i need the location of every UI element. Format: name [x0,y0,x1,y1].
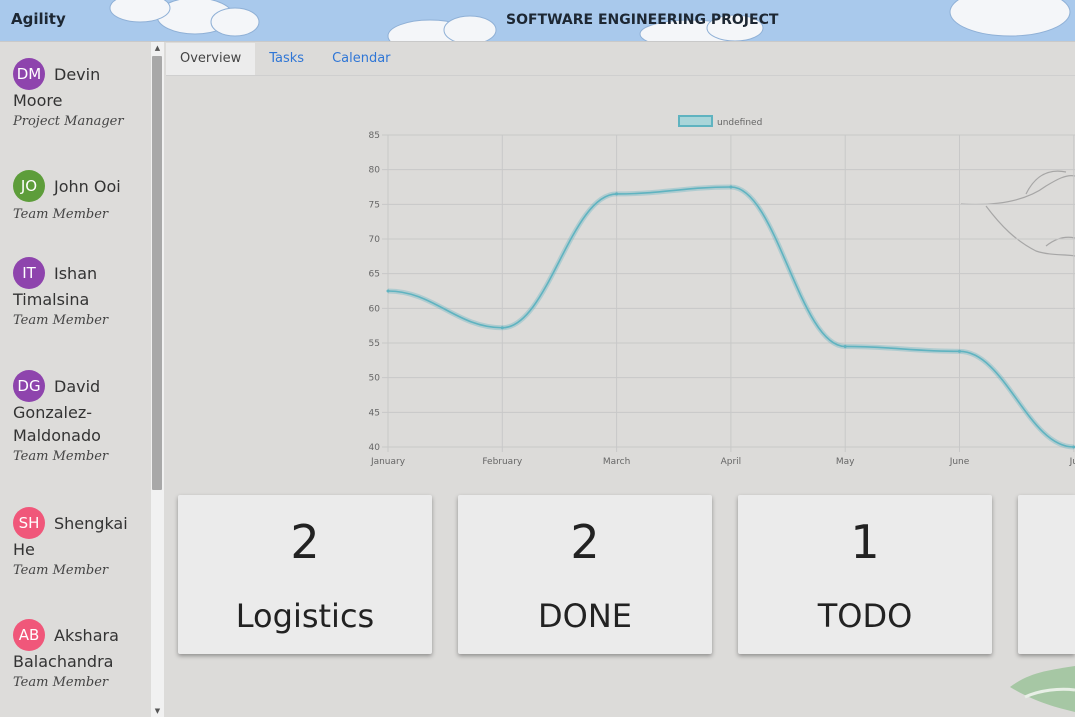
member-card[interactable]: JO John Ooi Team Member [13,170,147,223]
tab-calendar[interactable]: Calendar [318,43,404,75]
scroll-down-arrow-icon[interactable]: ▼ [151,705,164,717]
x-tick-label: January [370,457,406,467]
member-name-continued: Moore [13,91,63,110]
scroll-thumb[interactable] [152,56,162,490]
data-point[interactable] [386,289,390,293]
member-first-name: David [54,376,101,396]
y-tick-label: 75 [369,200,380,210]
member-first-name: Devin [54,64,101,84]
y-tick-label: 65 [369,270,380,280]
y-tick-label: 45 [369,408,380,418]
member-first-name: Shengkai [54,513,128,533]
member-card[interactable]: AB Akshara Balachandra Team Member [13,619,147,691]
card-count: 2 [290,515,320,569]
member-first-name: John Ooi [54,176,121,196]
member-role: Project Manager [13,114,124,129]
avatar: AB [13,619,45,651]
line-chart: January February March April May June Ju 40 45 5… [369,115,1075,467]
member-card[interactable]: IT Ishan Timalsina Team Member [13,257,147,329]
y-tick-label: 60 [369,304,381,314]
member-role: Team Member [13,675,109,690]
data-point[interactable] [500,326,504,330]
tab-tasks[interactable]: Tasks [255,43,318,75]
y-tick-label: 40 [369,443,381,453]
y-tick-label: 55 [369,339,380,349]
member-name-continued: Timalsina [13,290,90,309]
avatar: SH [13,507,45,539]
data-point[interactable] [843,344,847,348]
project-title: SOFTWARE ENGINEERING PROJECT [506,12,779,28]
sidebar-scrollbar[interactable]: ▲ ▼ [151,42,164,717]
chart-legend[interactable]: undefined [678,115,762,128]
member-card[interactable]: DG David Gonzalez- Maldonado Team Member [13,370,147,465]
plant-decoration [1010,666,1075,712]
y-tick-label: 70 [369,235,381,245]
status-card[interactable]: 2 DONE [458,495,712,654]
status-card[interactable]: 2 Logistics [178,495,432,654]
y-tick-label: 85 [369,131,380,141]
y-tick-label: 80 [369,166,381,176]
data-point[interactable] [615,192,619,196]
member-card[interactable]: DM Devin Moore Project Manager [13,58,147,130]
scroll-up-arrow-icon[interactable]: ▲ [151,42,164,54]
x-tick-label: May [836,457,855,467]
member-first-name: Ishan [54,263,98,283]
card-label: Logistics [235,597,375,635]
avatar: DM [13,58,45,90]
bird-sketch-decoration [960,170,1075,257]
top-bar: Agility SOFTWARE ENGINEERING PROJECT [0,0,1075,42]
member-name-continued: Balachandra [13,652,114,671]
card-count: 1 [850,515,880,569]
x-tick-label: March [603,457,630,467]
x-tick-label: June [949,457,970,467]
avatar: JO [13,170,45,202]
app-name[interactable]: Agility [11,10,66,28]
data-point[interactable] [729,185,733,189]
legend-swatch [678,115,713,127]
member-role: Team Member [13,449,109,464]
member-card[interactable]: SH Shengkai He Team Member [13,507,147,579]
member-name-continued: Gonzalez- [13,403,92,422]
member-role: Team Member [13,313,109,328]
member-role: Team Member [13,207,109,222]
status-card[interactable] [1018,495,1075,654]
member-name-continued: He [13,540,35,559]
status-card[interactable]: 1 TODO [738,495,992,654]
member-first-name: Akshara [54,625,119,645]
avatar: IT [13,257,45,289]
card-count: 2 [570,515,600,569]
tab-overview[interactable]: Overview [166,43,256,75]
team-sidebar: DM Devin Moore Project Manager JO John O… [0,42,151,717]
data-point[interactable] [958,349,961,353]
member-name-continued: Maldonado [13,426,101,445]
card-label: DONE [538,597,632,635]
member-role: Team Member [13,563,109,578]
x-tick-label: April [721,457,742,467]
x-tick-label: Ju [1069,457,1075,467]
avatar: DG [13,370,45,402]
x-tick-label: February [482,457,523,467]
y-tick-label: 50 [369,374,381,384]
card-label: TODO [817,597,913,635]
legend-label: undefined [717,118,762,128]
view-tabs: Overview Tasks Calendar [166,43,405,75]
